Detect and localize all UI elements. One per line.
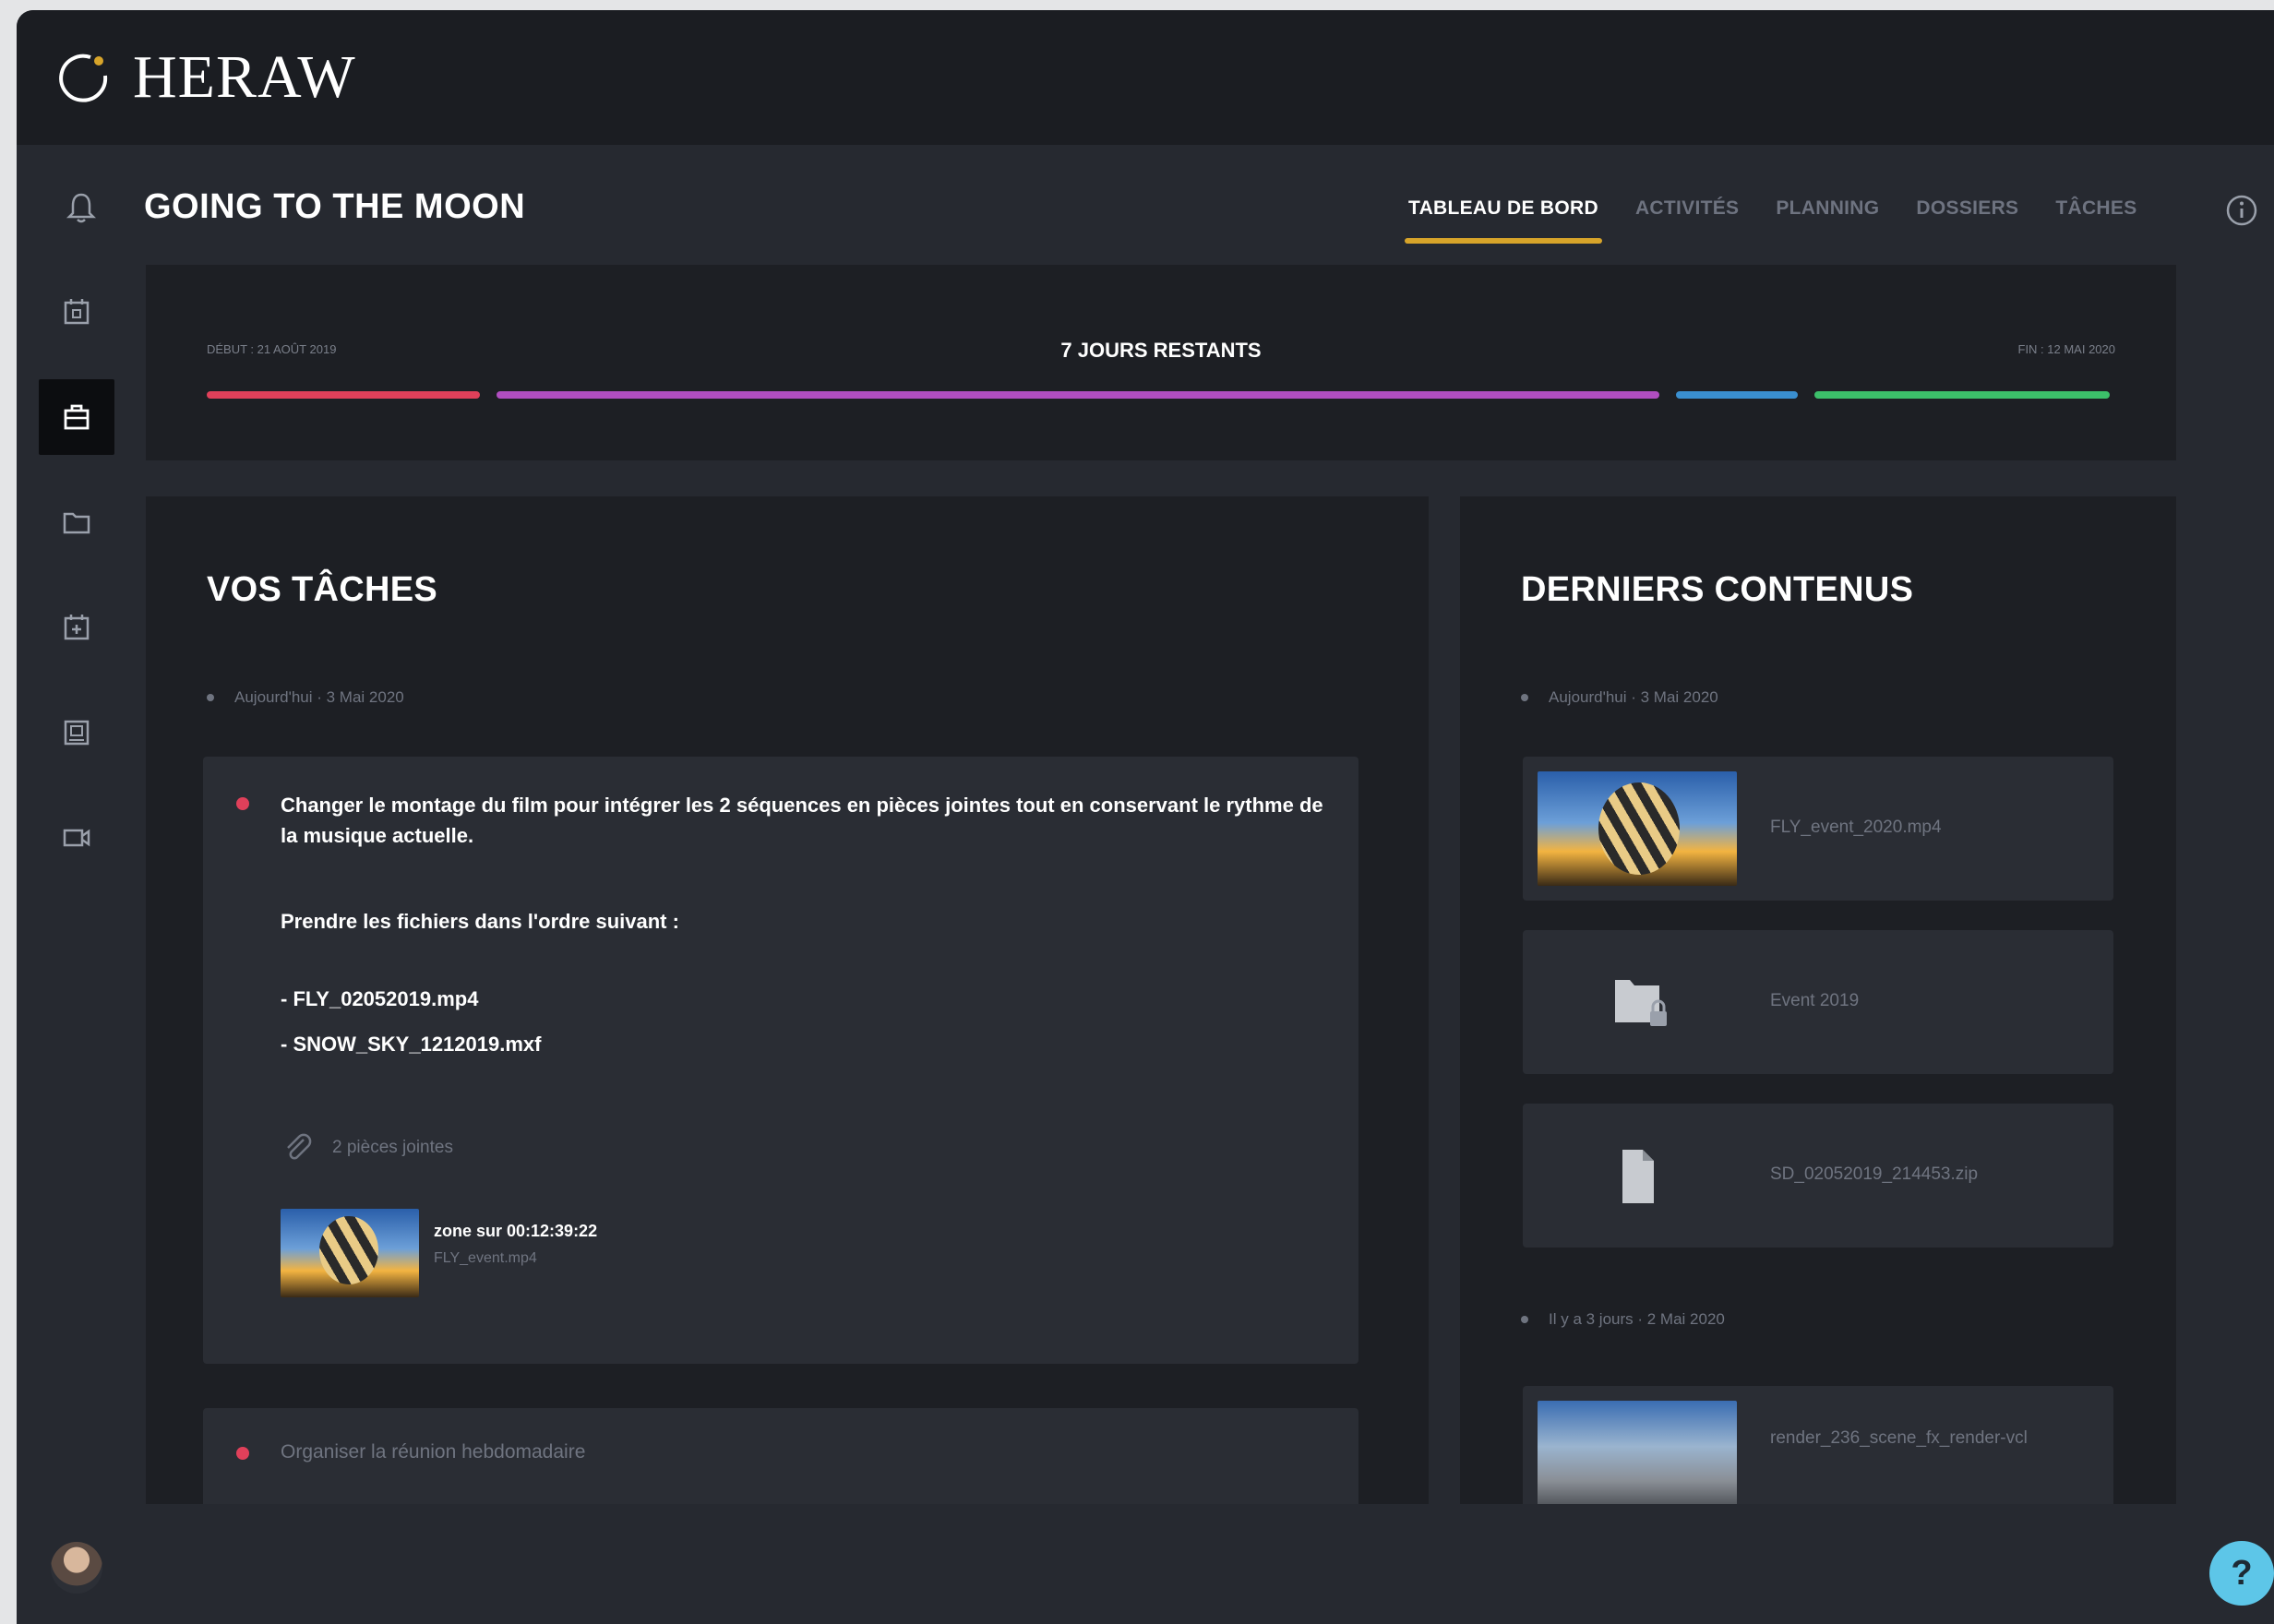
- top-bar: HERAW: [17, 10, 2274, 145]
- video-camera-icon: [63, 829, 90, 847]
- tab-bar: TABLEAU DE BORD ACTIVITÉS PLANNING DOSSI…: [1405, 197, 2174, 244]
- timeline-remaining: 7 JOURS RESTANTS: [1060, 339, 1262, 362]
- task-file-2: - SNOW_SKY_1212019.mxf: [281, 1033, 542, 1056]
- paperclip-icon: [287, 1133, 312, 1160]
- sidebar-item-video[interactable]: [39, 800, 114, 876]
- task-instruction: Prendre les fichiers dans l'ordre suivan…: [281, 910, 679, 933]
- attachments-count: 2 pièces jointes: [332, 1138, 453, 1157]
- content-item[interactable]: FLY_event_2020.mp4: [1523, 757, 2113, 901]
- timeline-segment[interactable]: [207, 391, 480, 399]
- content-item[interactable]: render_236_scene_fx_render-vcl: [1523, 1386, 2113, 1504]
- task-card[interactable]: Organiser la réunion hebdomadaire: [203, 1408, 1358, 1504]
- attachment-title: zone sur 00:12:39:22: [434, 1222, 598, 1240]
- tasks-panel: VOS TÂCHES Aujourd'hui · 3 Mai 2020 Chan…: [146, 496, 1429, 1504]
- help-button[interactable]: ?: [2209, 1541, 2274, 1606]
- file-icon: [1622, 1150, 1654, 1203]
- sidebar: [39, 274, 114, 905]
- tasks-date-text: Aujourd'hui · 3 Mai 2020: [234, 688, 404, 706]
- bullet-dot: [1521, 694, 1528, 701]
- contents-date-text: Il y a 3 jours · 2 Mai 2020: [1549, 1310, 1725, 1328]
- attachment-meta: zone sur 00:12:39:22 FLY_event.mp4: [434, 1209, 597, 1297]
- content-thumbnail: [1538, 1401, 1737, 1504]
- project-header: GOING TO THE MOON TABLEAU DE BORD ACTIVI…: [17, 145, 2274, 274]
- task-description: Changer le montage du film pour intégrer…: [281, 794, 1323, 847]
- sidebar-item-board[interactable]: [39, 695, 114, 770]
- attachment-item[interactable]: zone sur 00:12:39:22 FLY_event.mp4: [281, 1209, 597, 1297]
- folder-lock-icon: [1615, 980, 1667, 1026]
- sidebar-item-calendar[interactable]: [39, 274, 114, 350]
- balloon-image: [319, 1216, 378, 1284]
- content-item[interactable]: SD_02052019_214453.zip: [1523, 1104, 2113, 1248]
- timeline-segment[interactable]: [1676, 391, 1798, 399]
- project-title: GOING TO THE MOON: [144, 187, 526, 226]
- balloon-image: [1598, 782, 1680, 875]
- attachments-toggle[interactable]: 2 pièces jointes: [281, 1130, 453, 1165]
- timeline-end-label: FIN : 12 MAI 2020: [2017, 342, 2116, 356]
- attachment-thumbnail: [281, 1209, 419, 1297]
- user-avatar[interactable]: [51, 1542, 102, 1594]
- timeline-segment[interactable]: [497, 391, 1659, 399]
- calendar-add-icon: [64, 615, 90, 640]
- task-file-1: - FLY_02052019.mp4: [281, 987, 479, 1010]
- tab-tableau-de-bord[interactable]: TABLEAU DE BORD: [1405, 197, 1602, 244]
- content-name: Event 2019: [1770, 991, 1860, 1010]
- board-icon: [64, 720, 90, 746]
- tab-dossiers[interactable]: DOSSIERS: [1916, 197, 2018, 234]
- contents-date-text: Aujourd'hui · 3 Mai 2020: [1549, 688, 1718, 706]
- tasks-date-line: Aujourd'hui · 3 Mai 2020: [207, 688, 404, 707]
- content-item[interactable]: Event 2019: [1523, 930, 2113, 1074]
- content-thumbnail: [1538, 771, 1737, 886]
- briefcase-icon: [64, 404, 90, 430]
- logo[interactable]: HERAW: [54, 43, 356, 112]
- tab-planning[interactable]: PLANNING: [1776, 197, 1879, 234]
- tasks-panel-title: VOS TÂCHES: [207, 570, 438, 609]
- attachment-filename: FLY_event.mp4: [434, 1250, 537, 1266]
- timeline-segment[interactable]: [1814, 391, 2110, 399]
- contents-panel-title: DERNIERS CONTENUS: [1521, 570, 1914, 609]
- tab-activites[interactable]: ACTIVITÉS: [1635, 197, 1739, 234]
- content-name: SD_02052019_214453.zip: [1770, 1164, 1979, 1184]
- calendar-icon: [64, 299, 90, 325]
- contents-panel: DERNIERS CONTENUS Aujourd'hui · 3 Mai 20…: [1460, 496, 2176, 1504]
- task-status-dot: [236, 1447, 249, 1460]
- content-name: FLY_event_2020.mp4: [1770, 818, 1942, 837]
- sidebar-item-planning[interactable]: [39, 590, 114, 665]
- bell-icon[interactable]: [63, 189, 100, 226]
- brand-name: HERAW: [133, 43, 356, 111]
- sidebar-item-folders[interactable]: [39, 484, 114, 560]
- contents-date-line: Aujourd'hui · 3 Mai 2020: [1521, 688, 1718, 707]
- content-name: render_236_scene_fx_render-vcl: [1770, 1428, 2028, 1448]
- info-icon[interactable]: [2224, 193, 2259, 228]
- task-status-dot: [236, 797, 249, 810]
- sidebar-item-projects[interactable]: [39, 379, 114, 455]
- contents-date-line: Il y a 3 jours · 2 Mai 2020: [1521, 1310, 1725, 1329]
- folder-icon: [63, 512, 90, 534]
- bullet-dot: [1521, 1316, 1528, 1323]
- project-timeline: DÉBUT : 21 AOÛT 2019 7 JOURS RESTANTS FI…: [146, 265, 2176, 460]
- task-description: Organiser la réunion hebdomadaire: [281, 1441, 586, 1463]
- logo-icon: [59, 54, 108, 102]
- app-window: HERAW GOING TO THE MOON TABLEAU DE BORD …: [17, 10, 2274, 1624]
- task-card[interactable]: Changer le montage du film pour intégrer…: [203, 757, 1358, 1364]
- bullet-dot: [207, 694, 214, 701]
- tab-taches[interactable]: TÂCHES: [2055, 197, 2136, 234]
